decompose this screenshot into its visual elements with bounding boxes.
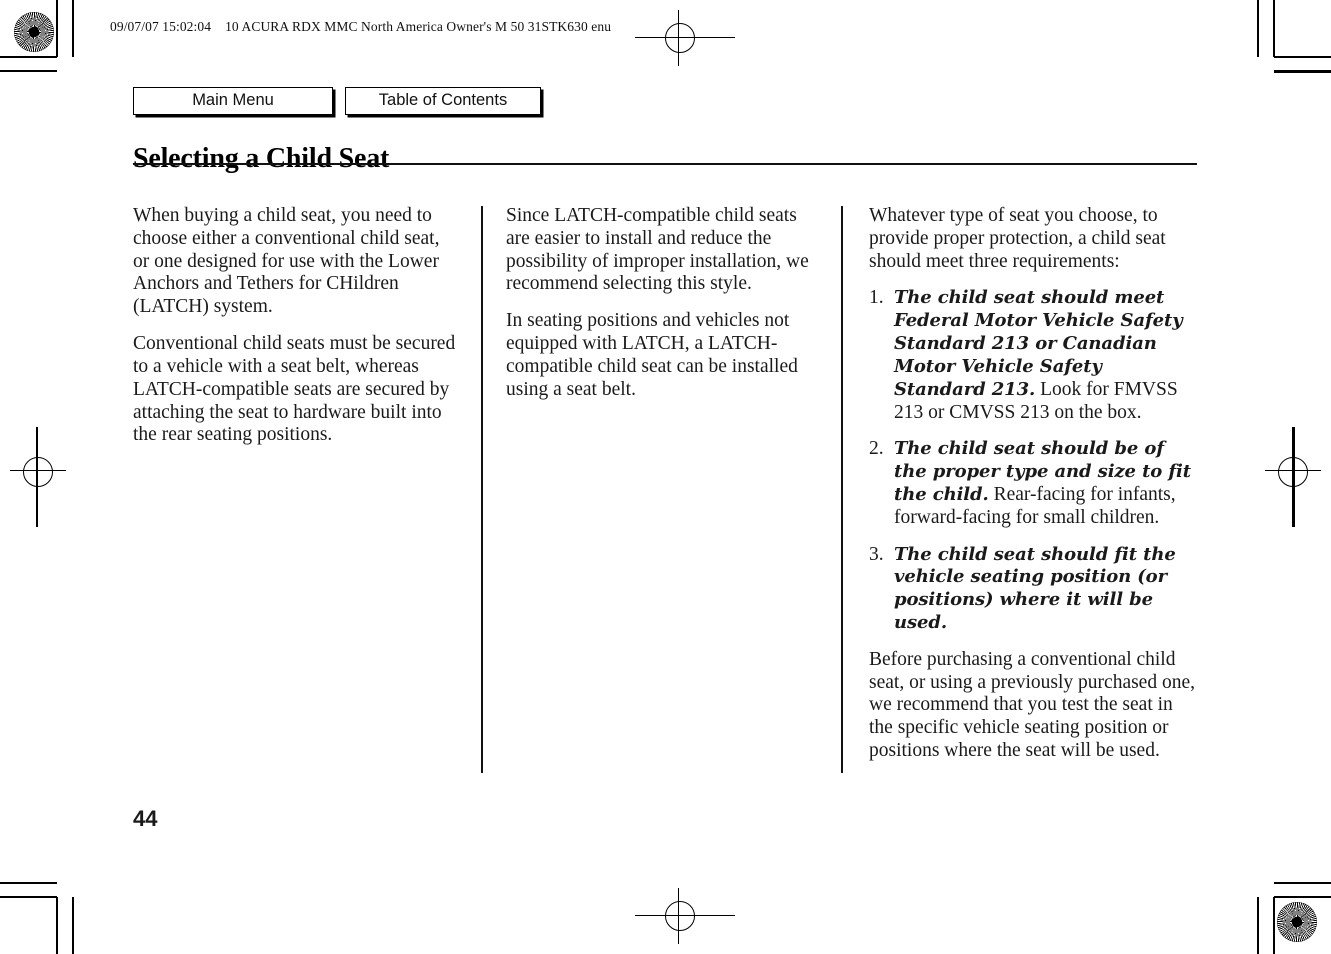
list-item: 2. The child seat should be of the proper… [869, 438, 1197, 529]
list-item-number: 1. [869, 287, 884, 309]
registration-target-bottom-center [635, 888, 735, 944]
trim-line-right [1293, 427, 1295, 527]
closing-paragraph: Before purchasing a conventional child s… [869, 648, 1195, 762]
requirements-intro: Whatever type of seat you choose, to pro… [869, 205, 1166, 272]
main-menu-button[interactable]: Main Menu [133, 87, 333, 115]
navigation-bar: Main Menu Table of Contents [133, 87, 541, 115]
column-2: Since LATCH-compatible child seats are e… [488, 205, 851, 763]
document-page: 09/07/07 15:02:04 10 ACURA RDX MMC North … [0, 0, 1331, 954]
page-number: 44 [133, 806, 158, 831]
list-item: 1. The child seat should meet Federal Mot… [869, 287, 1197, 424]
list-item-number: 3. [869, 543, 884, 565]
column-3: Whatever type of seat you choose, to pro… [851, 205, 1197, 763]
requirements-list: 1. The child seat should meet Federal Mot… [869, 287, 1197, 634]
paragraph: In seating positions and vehicles not eq… [506, 310, 798, 400]
paragraph: Conventional child seats must be secured… [133, 333, 456, 446]
list-item-lead: The child seat should fit the vehicle se… [894, 543, 1176, 633]
registration-rosette-bottom-right [1277, 902, 1317, 942]
print-job-info: 10 ACURA RDX MMC North America Owner's M… [225, 19, 612, 34]
paragraph: When buying a child seat, you need to ch… [133, 205, 440, 318]
registration-target-left-center [10, 427, 66, 527]
registration-target-top-center [635, 10, 735, 66]
body-columns: When buying a child seat, you need to ch… [133, 205, 1197, 763]
print-job-header: 09/07/07 15:02:04 10 ACURA RDX MMC North … [110, 19, 611, 35]
print-timestamp: 09/07/07 15:02:04 [110, 19, 212, 34]
title-underline-rule [133, 163, 1197, 165]
paragraph: Since LATCH-compatible child seats are e… [506, 205, 809, 295]
column-1: When buying a child seat, you need to ch… [133, 205, 488, 763]
trim-line-left [36, 427, 38, 527]
list-item: 3. The child seat should fit the vehicle … [869, 544, 1197, 635]
registration-rosette-top-left [14, 12, 54, 52]
page-title: Selecting a Child Seat [133, 142, 390, 174]
table-of-contents-button[interactable]: Table of Contents [345, 87, 541, 115]
list-item-number: 2. [869, 438, 884, 460]
